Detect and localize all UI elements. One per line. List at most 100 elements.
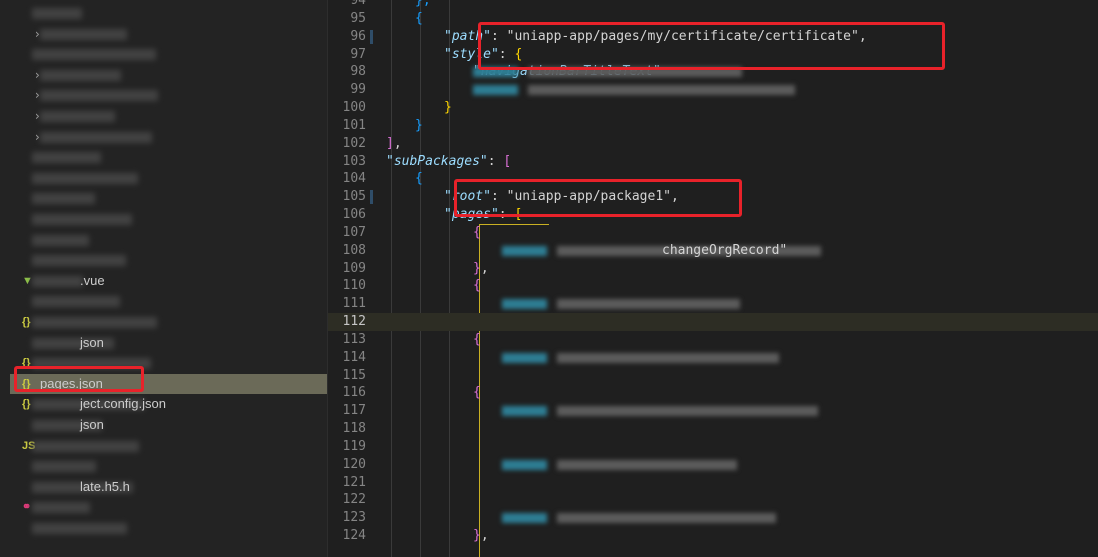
file-item[interactable] <box>10 188 327 208</box>
code-line[interactable]: 101} <box>328 117 1098 135</box>
file-name: json <box>80 417 104 432</box>
code-line[interactable]: 117 <box>328 402 1098 420</box>
file-item[interactable]: › <box>10 85 327 105</box>
file-item[interactable]: › <box>10 24 327 44</box>
highlight-box-path <box>478 22 945 70</box>
line-number: 115 <box>342 367 366 383</box>
line-number: 103 <box>342 153 366 169</box>
code-line[interactable]: 118 <box>328 420 1098 438</box>
redacted-value <box>528 85 795 96</box>
line-number: 100 <box>342 100 366 116</box>
file-item[interactable]: › <box>10 65 327 85</box>
redacted-key <box>473 85 518 96</box>
line-number: 105 <box>342 189 366 205</box>
redacted-value <box>557 299 740 310</box>
redacted-text <box>40 90 158 102</box>
line-number: 123 <box>342 510 366 526</box>
line-number: 119 <box>342 438 366 454</box>
redacted-text <box>32 49 156 61</box>
highlight-box-root <box>454 179 742 217</box>
file-item[interactable]: › <box>10 106 327 126</box>
file-item[interactable]: ▼ .vue <box>10 271 327 291</box>
git-modified-marker <box>370 190 373 205</box>
file-item[interactable]: ⚭ <box>10 497 327 517</box>
line-number: 99 <box>350 82 366 98</box>
line-number: 113 <box>342 331 366 347</box>
line-number: 102 <box>342 135 366 151</box>
code-line[interactable]: 120 <box>328 456 1098 474</box>
file-name: .vue <box>80 272 105 288</box>
json-punctuation: { <box>473 331 481 347</box>
code-line[interactable]: 100} <box>328 99 1098 117</box>
code-line[interactable]: 116 { <box>328 384 1098 402</box>
redacted-key <box>502 513 547 524</box>
json-punctuation: , <box>480 260 489 276</box>
file-item[interactable]: JS <box>10 436 327 456</box>
line-number: 120 <box>342 456 366 472</box>
line-number: 104 <box>342 171 366 187</box>
json-punctuation: { <box>415 171 423 187</box>
redacted-text <box>32 172 138 184</box>
code-line[interactable]: 119 <box>328 438 1098 456</box>
code-line[interactable]: 107 { <box>328 224 1098 242</box>
line-number: 114 <box>342 349 366 365</box>
code-line[interactable]: 121 <box>328 474 1098 492</box>
code-line[interactable]: 103 "subPackages": [ <box>328 153 1098 171</box>
redacted-text <box>40 111 115 122</box>
code-line[interactable]: 108 changeOrgRecord" <box>328 242 1098 260</box>
code-line[interactable]: 109}, <box>328 260 1098 278</box>
file-name: ject.config.json <box>80 396 166 412</box>
file-item[interactable]: json <box>10 333 327 353</box>
code-line[interactable]: 113 { <box>328 331 1098 349</box>
redacted-text <box>32 214 132 225</box>
code-line[interactable]: 111 <box>328 295 1098 313</box>
highlight-box-pages-json <box>14 366 144 392</box>
file-item[interactable] <box>10 209 327 229</box>
file-item[interactable] <box>10 230 327 250</box>
code-line[interactable]: 123 <box>328 509 1098 527</box>
file-item[interactable]: json <box>10 415 327 435</box>
redacted-text <box>40 28 127 40</box>
file-item[interactable] <box>10 518 327 538</box>
line-number: 124 <box>342 528 366 544</box>
redacted-text <box>32 317 157 328</box>
redacted-key <box>502 459 547 470</box>
code-line[interactable]: 114 <box>328 349 1098 367</box>
file-item[interactable] <box>10 147 327 167</box>
code-line[interactable]: 124}, <box>328 527 1098 545</box>
code-line[interactable]: 99 <box>328 81 1098 99</box>
redacted-value <box>557 513 776 524</box>
code-line[interactable]: 110 { <box>328 277 1098 295</box>
line-number: 98 <box>350 64 366 80</box>
json-key: "subPackages" <box>386 153 488 169</box>
file-item[interactable] <box>10 456 327 476</box>
code-line[interactable]: 112 <box>328 313 1098 332</box>
code-line[interactable]: 115 <box>328 367 1098 385</box>
line-number: 107 <box>342 224 366 240</box>
redacted-text <box>32 275 83 287</box>
file-item[interactable] <box>10 168 327 188</box>
file-item[interactable]: {} <box>10 312 327 332</box>
file-item[interactable] <box>10 44 327 64</box>
json-punctuation: { <box>473 385 481 401</box>
code-line[interactable]: 122 <box>328 491 1098 509</box>
code-line[interactable]: 102], <box>328 135 1098 153</box>
code-line[interactable]: 94}, <box>328 0 1098 10</box>
json-punctuation: }, <box>415 0 431 9</box>
file-item[interactable]: {} ject.config.json <box>10 394 327 414</box>
line-number: 116 <box>342 385 366 401</box>
line-number: 112 <box>342 314 366 330</box>
file-item[interactable] <box>10 291 327 311</box>
file-item[interactable]: late.h5.h <box>10 477 327 497</box>
redacted-text <box>32 8 82 19</box>
line-number: 95 <box>350 11 366 26</box>
json-punctuation: [ <box>503 153 512 169</box>
json-punctuation: ] <box>386 135 394 151</box>
file-item[interactable]: › <box>10 127 327 147</box>
file-item[interactable] <box>10 3 327 23</box>
redacted-text <box>40 131 152 143</box>
git-modified-marker <box>370 29 373 44</box>
file-item[interactable] <box>10 250 327 270</box>
code-editor[interactable]: 94}, 95{96 "path": "uniapp-app/pages/my/ce… <box>328 0 1098 557</box>
json-punctuation: , <box>480 528 489 544</box>
